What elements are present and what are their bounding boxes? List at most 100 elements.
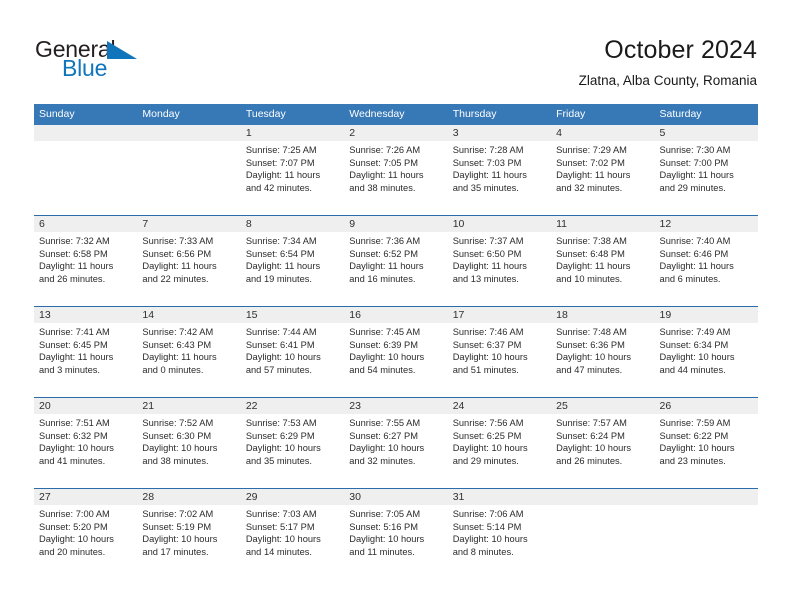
calendar-week-row: 1 2 3 4 5 Sunrise: 7:25 AM Sunset: 7:07 PM Dayl… [34, 125, 758, 215]
day-cell[interactable]: Sunrise: 7:37 AM Sunset: 6:50 PM Daylight:… [448, 232, 551, 306]
sunrise-text: Sunrise: 7:42 AM [142, 327, 214, 337]
day-cell[interactable]: Sunrise: 7:56 AM Sunset: 6:25 PM Daylight:… [448, 414, 551, 488]
day-number[interactable]: 13 [34, 307, 137, 323]
day-number[interactable]: 11 [551, 216, 654, 232]
day-cell[interactable]: Sunrise: 7:33 AM Sunset: 6:56 PM Daylight:… [137, 232, 240, 306]
day-number[interactable]: 21 [137, 398, 240, 414]
day-cell[interactable]: Sunrise: 7:59 AM Sunset: 6:22 PM Daylight:… [655, 414, 758, 488]
day-cell[interactable]: Sunrise: 7:32 AM Sunset: 6:58 PM Daylight:… [34, 232, 137, 306]
day-cell[interactable]: Sunrise: 7:00 AM Sunset: 5:20 PM Daylight:… [34, 505, 137, 579]
sunset-text: Sunset: 5:14 PM [452, 521, 522, 532]
day-number[interactable]: 15 [241, 307, 344, 323]
week-date-band: 13 14 15 16 17 18 19 [34, 307, 758, 323]
general-blue-logo[interactable]: General Blue [35, 38, 165, 86]
day-cell[interactable]: Sunrise: 7:49 AM Sunset: 6:34 PM Daylight:… [655, 323, 758, 397]
day-number[interactable]: 9 [344, 216, 447, 232]
day-number[interactable]: 22 [241, 398, 344, 414]
day-number[interactable]: 31 [448, 489, 551, 505]
day-number[interactable]: 12 [655, 216, 758, 232]
daylight-text-line1: Daylight: 11 hours [245, 261, 321, 272]
daylight-text-line1: Daylight: 10 hours [556, 443, 632, 454]
sunset-text: Sunset: 5:16 PM [349, 521, 418, 532]
daylight-text-line1: Daylight: 11 hours [142, 261, 217, 272]
sunset-text: Sunset: 6:39 PM [349, 339, 418, 350]
daylight-text-line2: and 29 minutes. [452, 455, 519, 466]
day-number[interactable]: 25 [551, 398, 654, 414]
day-cell[interactable]: Sunrise: 7:53 AM Sunset: 6:29 PM Daylight:… [241, 414, 344, 488]
sunset-text: Sunset: 6:50 PM [452, 248, 522, 259]
sunset-text: Sunset: 7:07 PM [245, 157, 315, 168]
day-number[interactable]: 23 [344, 398, 447, 414]
sunrise-text: Sunrise: 7:45 AM [349, 327, 421, 337]
day-cell[interactable]: Sunrise: 7:57 AM Sunset: 6:24 PM Daylight:… [551, 414, 654, 488]
daylight-text-line1: Daylight: 11 hours [39, 261, 114, 272]
day-cell[interactable]: Sunrise: 7:34 AM Sunset: 6:54 PM Daylight:… [241, 232, 344, 306]
day-number[interactable]: 24 [448, 398, 551, 414]
weekday-header-wednesday: Wednesday [349, 108, 405, 120]
day-cell[interactable]: Sunrise: 7:46 AM Sunset: 6:37 PM Daylight:… [448, 323, 551, 397]
sunset-text: Sunset: 6:36 PM [556, 339, 625, 350]
day-number[interactable]: 4 [551, 125, 654, 141]
day-number[interactable]: 8 [241, 216, 344, 232]
day-number[interactable]: 29 [241, 489, 344, 505]
day-number[interactable]: 18 [551, 307, 654, 323]
sunrise-text: Sunrise: 7:38 AM [556, 236, 627, 246]
day-number[interactable]: 30 [344, 489, 447, 505]
day-cell[interactable]: Sunrise: 7:55 AM Sunset: 6:27 PM Daylight:… [344, 414, 447, 488]
day-cell[interactable]: Sunrise: 7:42 AM Sunset: 6:43 PM Daylight:… [137, 323, 240, 397]
day-cell[interactable]: Sunrise: 7:28 AM Sunset: 7:03 PM Daylight:… [448, 141, 551, 215]
day-cell[interactable]: Sunrise: 7:29 AM Sunset: 7:02 PM Daylight:… [551, 141, 654, 215]
week-detail-band: Sunrise: 7:41 AM Sunset: 6:45 PM Daylight:… [34, 323, 758, 397]
daylight-text-line1: Daylight: 10 hours [39, 443, 114, 454]
daylight-text-line1: Daylight: 10 hours [452, 534, 528, 545]
day-cell[interactable]: Sunrise: 7:52 AM Sunset: 6:30 PM Daylight:… [137, 414, 240, 488]
daylight-text-line2: and 19 minutes. [245, 273, 312, 284]
day-number[interactable]: 17 [448, 307, 551, 323]
daylight-text-line2: and 26 minutes. [556, 455, 623, 466]
sunrise-text: Sunrise: 7:55 AM [349, 418, 421, 428]
day-cell[interactable]: Sunrise: 7:06 AM Sunset: 5:14 PM Daylight:… [448, 505, 551, 579]
day-cell[interactable]: Sunrise: 7:48 AM Sunset: 6:36 PM Daylight:… [551, 323, 654, 397]
day-number[interactable]: 14 [137, 307, 240, 323]
day-cell[interactable]: Sunrise: 7:45 AM Sunset: 6:39 PM Daylight:… [344, 323, 447, 397]
day-number[interactable]: 3 [448, 125, 551, 141]
day-cell[interactable]: Sunrise: 7:03 AM Sunset: 5:17 PM Daylight:… [241, 505, 344, 579]
daylight-text-line1: Daylight: 10 hours [349, 534, 425, 545]
day-number[interactable]: 6 [34, 216, 137, 232]
day-cell[interactable]: Sunrise: 7:41 AM Sunset: 6:45 PM Daylight:… [34, 323, 137, 397]
day-number[interactable]: 1 [241, 125, 344, 141]
day-cell[interactable]: Sunrise: 7:25 AM Sunset: 7:07 PM Daylight:… [241, 141, 344, 215]
daylight-text-line2: and 17 minutes. [142, 546, 209, 557]
page-header: General Blue October 2024 Zlatna, Alba C… [0, 0, 792, 96]
sunset-text: Sunset: 6:52 PM [349, 248, 418, 259]
daylight-text-line2: and 47 minutes. [556, 364, 623, 375]
day-cell[interactable]: Sunrise: 7:02 AM Sunset: 5:19 PM Daylight:… [137, 505, 240, 579]
day-cell[interactable]: Sunrise: 7:40 AM Sunset: 6:46 PM Daylight:… [655, 232, 758, 306]
day-number[interactable]: 28 [137, 489, 240, 505]
sunset-text: Sunset: 6:29 PM [245, 430, 315, 441]
day-cell[interactable]: Sunrise: 7:26 AM Sunset: 7:05 PM Daylight:… [344, 141, 447, 215]
day-number[interactable]: 26 [655, 398, 758, 414]
day-number[interactable]: 10 [448, 216, 551, 232]
day-number[interactable]: 5 [655, 125, 758, 141]
daylight-text-line2: and 22 minutes. [142, 273, 209, 284]
day-cell[interactable]: Sunrise: 7:30 AM Sunset: 7:00 PM Daylight:… [655, 141, 758, 215]
day-cell[interactable]: Sunrise: 7:38 AM Sunset: 6:48 PM Daylight:… [551, 232, 654, 306]
sunset-text: Sunset: 6:25 PM [452, 430, 522, 441]
day-number[interactable]: 7 [137, 216, 240, 232]
daylight-text-line1: Daylight: 10 hours [659, 352, 735, 363]
daylight-text-line2: and 14 minutes. [245, 546, 312, 557]
day-number[interactable]: 20 [34, 398, 137, 414]
day-number[interactable]: 19 [655, 307, 758, 323]
day-cell[interactable]: Sunrise: 7:51 AM Sunset: 6:32 PM Daylight:… [34, 414, 137, 488]
sunset-text: Sunset: 6:27 PM [349, 430, 418, 441]
day-number[interactable]: 2 [344, 125, 447, 141]
day-cell[interactable]: Sunrise: 7:05 AM Sunset: 5:16 PM Daylight:… [344, 505, 447, 579]
day-number[interactable]: 27 [34, 489, 137, 505]
day-number[interactable]: 16 [344, 307, 447, 323]
day-cell[interactable]: Sunrise: 7:36 AM Sunset: 6:52 PM Daylight:… [344, 232, 447, 306]
day-cell[interactable]: Sunrise: 7:44 AM Sunset: 6:41 PM Daylight:… [241, 323, 344, 397]
sunset-text: Sunset: 7:05 PM [349, 157, 418, 168]
sunset-text: Sunset: 6:41 PM [245, 339, 315, 350]
sunrise-text: Sunrise: 7:48 AM [556, 327, 627, 337]
